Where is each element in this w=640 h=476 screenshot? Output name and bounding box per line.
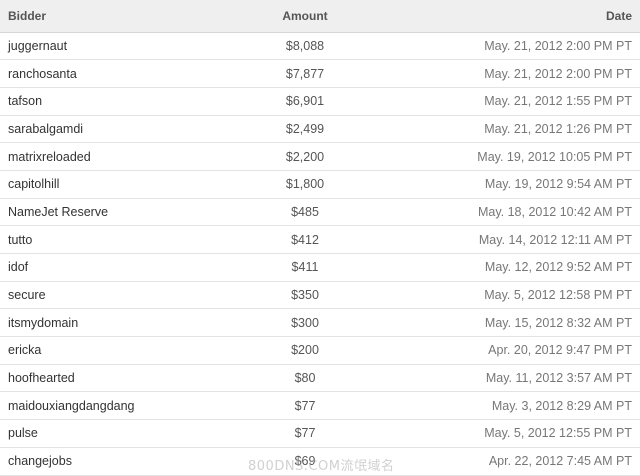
table-row: NameJet Reserve $485 May. 18, 2012 10:42 A… bbox=[0, 198, 640, 227]
date-cell: May. 5, 2012 12:58 PM PT bbox=[400, 281, 640, 310]
date-cell: May. 3, 2012 8:29 AM PT bbox=[400, 391, 640, 421]
bidder-cell[interactable]: hoofhearted bbox=[0, 364, 210, 393]
bidder-cell[interactable]: juggernaut bbox=[0, 32, 210, 61]
table-row: itsmydomain $300 May. 15, 2012 8:32 AM PT bbox=[0, 308, 640, 338]
bid-history-table: Bidder Amount Date juggernaut $8,088 May. … bbox=[0, 0, 640, 476]
bidder-cell[interactable]: capitolhill bbox=[0, 170, 210, 199]
bidder-cell[interactable]: changejobs bbox=[0, 447, 210, 476]
table-row: ranchosanta $7,877 May. 21, 2012 2:00 PM P… bbox=[0, 59, 640, 88]
date-cell: May. 18, 2012 10:42 AM PT bbox=[400, 198, 640, 227]
bidder-cell[interactable]: ranchosanta bbox=[0, 59, 210, 88]
header-row: Bidder Amount Date bbox=[0, 0, 640, 33]
table-body: juggernaut $8,088 May. 21, 2012 2:00 PM PT… bbox=[0, 32, 640, 476]
amount-cell: $411 bbox=[210, 253, 400, 282]
amount-cell: $2,200 bbox=[210, 142, 400, 171]
bidder-cell[interactable]: idof bbox=[0, 253, 210, 282]
date-cell: May. 21, 2012 2:00 PM PT bbox=[400, 59, 640, 88]
bidder-cell[interactable]: pulse bbox=[0, 419, 210, 448]
amount-cell: $6,901 bbox=[210, 87, 400, 116]
table-row: changejobs $69 Apr. 22, 2012 7:45 AM PT bbox=[0, 447, 640, 476]
bidder-cell[interactable]: secure bbox=[0, 281, 210, 310]
table-row: maidouxiangdangdang $77 May. 3, 2012 8:29 … bbox=[0, 391, 640, 421]
date-cell: May. 21, 2012 2:00 PM PT bbox=[400, 32, 640, 61]
date-cell: May. 12, 2012 9:52 AM PT bbox=[400, 253, 640, 282]
date-cell: May. 19, 2012 9:54 AM PT bbox=[400, 170, 640, 199]
bidder-cell[interactable]: tafson bbox=[0, 87, 210, 116]
date-column-header[interactable]: Date bbox=[400, 0, 640, 33]
amount-cell: $485 bbox=[210, 198, 400, 227]
bidder-column-header[interactable]: Bidder bbox=[0, 0, 210, 33]
table-row: tafson $6,901 May. 21, 2012 1:55 PM PT bbox=[0, 87, 640, 116]
bidder-cell[interactable]: sarabalgamdi bbox=[0, 115, 210, 144]
amount-cell: $7,877 bbox=[210, 59, 400, 88]
bidder-cell[interactable]: NameJet Reserve bbox=[0, 198, 210, 227]
amount-cell: $77 bbox=[210, 391, 400, 421]
date-cell: May. 14, 2012 12:11 AM PT bbox=[400, 225, 640, 254]
bidder-cell[interactable]: tutto bbox=[0, 225, 210, 254]
table-row: ericka $200 Apr. 20, 2012 9:47 PM PT bbox=[0, 336, 640, 365]
table-row: secure $350 May. 5, 2012 12:58 PM PT bbox=[0, 281, 640, 310]
date-cell: May. 5, 2012 12:55 PM PT bbox=[400, 419, 640, 448]
amount-cell: $8,088 bbox=[210, 32, 400, 61]
date-cell: May. 21, 2012 1:55 PM PT bbox=[400, 87, 640, 116]
date-cell: Apr. 20, 2012 9:47 PM PT bbox=[400, 336, 640, 365]
date-cell: May. 21, 2012 1:26 PM PT bbox=[400, 115, 640, 144]
table-row: juggernaut $8,088 May. 21, 2012 2:00 PM PT bbox=[0, 32, 640, 61]
table-row: hoofhearted $80 May. 11, 2012 3:57 AM PT bbox=[0, 364, 640, 393]
bidder-cell[interactable]: itsmydomain bbox=[0, 308, 210, 338]
bidder-cell[interactable]: matrixreloaded bbox=[0, 142, 210, 171]
date-cell: Apr. 22, 2012 7:45 AM PT bbox=[400, 447, 640, 476]
amount-cell: $1,800 bbox=[210, 170, 400, 199]
amount-cell: $300 bbox=[210, 308, 400, 338]
amount-cell: $350 bbox=[210, 281, 400, 310]
bidder-cell[interactable]: maidouxiangdangdang bbox=[0, 391, 210, 421]
amount-cell: $2,499 bbox=[210, 115, 400, 144]
table-header: Bidder Amount Date bbox=[0, 0, 640, 33]
date-cell: May. 11, 2012 3:57 AM PT bbox=[400, 364, 640, 393]
amount-cell: $77 bbox=[210, 419, 400, 448]
bidder-cell[interactable]: ericka bbox=[0, 336, 210, 365]
date-cell: May. 15, 2012 8:32 AM PT bbox=[400, 308, 640, 338]
amount-cell: $412 bbox=[210, 225, 400, 254]
date-cell: May. 19, 2012 10:05 PM PT bbox=[400, 142, 640, 171]
table-row: sarabalgamdi $2,499 May. 21, 2012 1:26 PM … bbox=[0, 115, 640, 144]
amount-cell: $80 bbox=[210, 364, 400, 393]
table-row: tutto $412 May. 14, 2012 12:11 AM PT bbox=[0, 225, 640, 254]
table-row: idof $411 May. 12, 2012 9:52 AM PT bbox=[0, 253, 640, 282]
amount-column-header[interactable]: Amount bbox=[210, 0, 400, 33]
amount-cell: $69 bbox=[210, 447, 400, 476]
table-row: capitolhill $1,800 May. 19, 2012 9:54 AM P… bbox=[0, 170, 640, 199]
table-row: matrixreloaded $2,200 May. 19, 2012 10:05 … bbox=[0, 142, 640, 171]
table-row: pulse $77 May. 5, 2012 12:55 PM PT bbox=[0, 419, 640, 448]
amount-cell: $200 bbox=[210, 336, 400, 365]
